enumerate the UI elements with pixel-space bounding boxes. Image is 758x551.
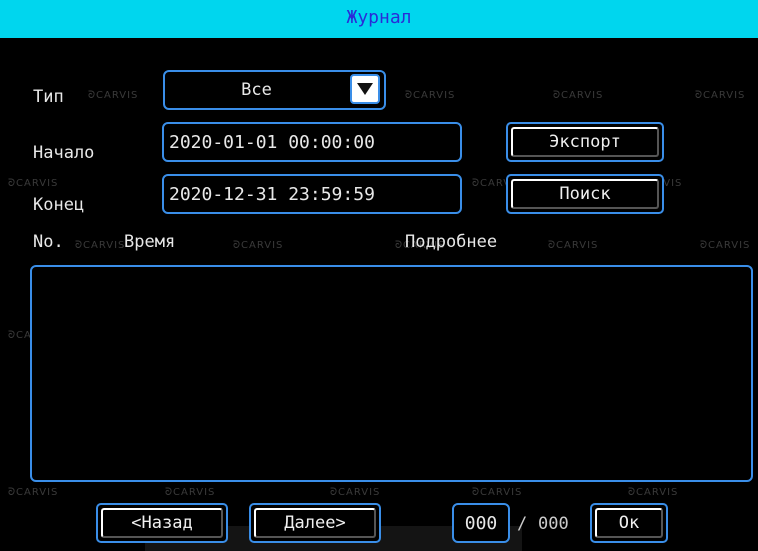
- start-label: Начало: [33, 143, 95, 163]
- watermark: ᘐCARVIS: [472, 487, 523, 498]
- page-number-input[interactable]: 000: [452, 503, 510, 543]
- watermark: ᘐCARVIS: [8, 487, 59, 498]
- log-list[interactable]: [30, 265, 753, 482]
- watermark: ᘐCARVIS: [88, 90, 139, 101]
- type-label: Тип: [33, 87, 64, 107]
- watermark: ᘐCARVIS: [628, 487, 679, 498]
- prev-page-button[interactable]: <Назад: [96, 503, 228, 543]
- prev-page-label: <Назад: [131, 513, 193, 533]
- column-header-details: Подробнее: [405, 232, 498, 252]
- search-button-label: Поиск: [559, 184, 611, 204]
- column-header-time: Время: [124, 232, 176, 252]
- end-datetime-value: 2020-12-31 23:59:59: [169, 183, 375, 205]
- search-button[interactable]: Поиск: [506, 174, 664, 214]
- watermark: ᘐCARVIS: [8, 178, 59, 189]
- watermark: ᘐCARVIS: [165, 487, 216, 498]
- type-select[interactable]: Все: [163, 70, 386, 110]
- dropdown-button[interactable]: [350, 74, 380, 104]
- watermark: ᘐCARVIS: [330, 487, 381, 498]
- window-title: Журнал: [346, 6, 412, 28]
- ok-button-label: Ок: [618, 513, 640, 533]
- title-bar: Журнал: [0, 0, 758, 38]
- chevron-down-icon: [357, 83, 373, 95]
- watermark: ᘐCARVIS: [553, 90, 604, 101]
- page-separator: /: [517, 514, 528, 534]
- export-button-label: Экспорт: [549, 132, 621, 152]
- total-pages: 000: [538, 514, 569, 534]
- next-page-button[interactable]: Далее>: [249, 503, 381, 543]
- start-datetime-field[interactable]: 2020-01-01 00:00:00: [162, 122, 462, 162]
- end-label: Конец: [33, 195, 85, 215]
- current-page-value: 000: [464, 512, 498, 534]
- end-datetime-field[interactable]: 2020-12-31 23:59:59: [162, 174, 462, 214]
- start-datetime-value: 2020-01-01 00:00:00: [169, 131, 375, 153]
- export-button[interactable]: Экспорт: [506, 122, 664, 162]
- ok-button[interactable]: Ок: [590, 503, 668, 543]
- watermark: ᘐCARVIS: [75, 240, 126, 251]
- watermark: ᘐCARVIS: [695, 90, 746, 101]
- watermark: ᘐCARVIS: [700, 240, 751, 251]
- column-header-no: No.: [33, 232, 64, 252]
- watermark: ᘐCARVIS: [548, 240, 599, 251]
- next-page-label: Далее>: [284, 513, 346, 533]
- watermark: ᘐCARVIS: [233, 240, 284, 251]
- watermark: ᘐCARVIS: [405, 90, 456, 101]
- type-select-value: Все: [241, 80, 272, 100]
